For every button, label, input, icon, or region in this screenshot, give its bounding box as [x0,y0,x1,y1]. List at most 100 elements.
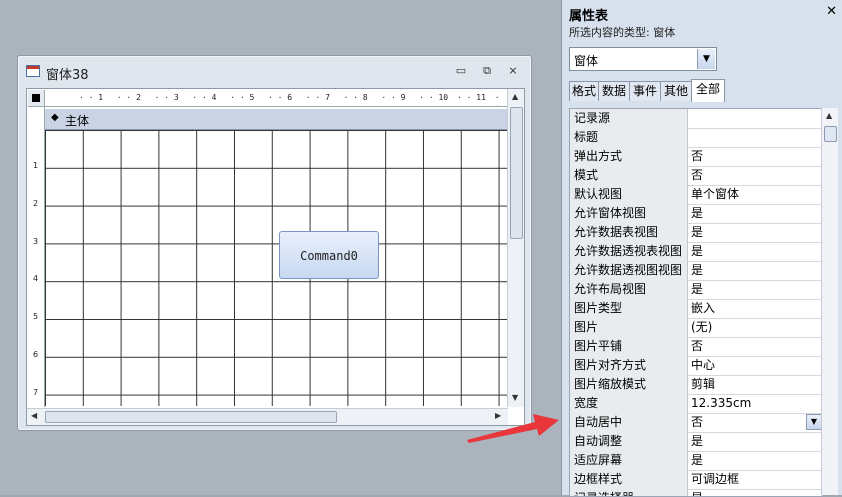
property-row[interactable]: 记录源 [570,109,822,129]
property-name: 宽度 [570,394,688,413]
property-value[interactable]: 是 [691,204,703,223]
property-name: 边框样式 [570,470,688,489]
property-scroll-thumb[interactable] [824,126,837,142]
property-value[interactable]: 剪辑 [691,375,715,394]
property-row[interactable]: 图片缩放模式 剪辑 [570,375,822,395]
property-row[interactable]: 默认视图 单个窗体 [570,185,822,205]
property-row[interactable]: 允许布局视图是 [570,280,822,300]
vertical-scroll-thumb[interactable] [510,107,523,239]
form-window-titlebar[interactable]: 窗体38 ▭ ⧉ ⨯ [18,56,531,86]
property-row[interactable]: 图片 (无) [570,318,822,338]
form-design-window[interactable]: 窗体38 ▭ ⧉ ⨯ · · 1 · · 2 · · 3 · · 4 · · 5 · · … [17,55,532,431]
vertical-scrollbar[interactable]: ▲ ▼ [507,89,524,407]
tab-3[interactable]: 其他 [660,81,692,101]
horizontal-scrollbar[interactable]: ◀ ▶ [27,408,508,425]
property-row[interactable]: 自动居中否 ▼ [570,413,822,433]
property-value[interactable]: 是 [691,261,703,280]
property-row[interactable]: 弹出方式否 [570,147,822,167]
close-window-button[interactable]: ⨯ [503,63,523,79]
property-row[interactable]: 记录选择器是 [570,489,822,496]
property-value[interactable]: 单个窗体 [691,185,739,204]
vertical-ruler[interactable]: 1 2 3 4 5 6 7 [28,107,45,407]
ruler-tick-label: · · 4 [192,93,217,102]
ruler-tick-label: 6 [33,350,39,359]
property-name: 弹出方式 [570,147,688,166]
object-selector-combo[interactable]: 窗体 ▼ [569,47,717,71]
property-row[interactable]: 模式否 [570,166,822,186]
restore-button[interactable]: ⧉ [477,63,497,79]
property-value[interactable]: (无) [691,318,712,337]
detail-section-bar[interactable]: ◆ 主体 [45,109,508,130]
property-row[interactable]: 允许窗体视图是 [570,204,822,224]
property-value[interactable]: 是 [691,451,703,470]
horizontal-ruler[interactable]: · · 1 · · 2 · · 3 · · 4 · · 5 · · 6 · · 7 · · 8… [45,90,508,107]
property-value[interactable]: 是 [691,223,703,242]
chevron-down-icon[interactable]: ▼ [806,414,822,430]
property-value[interactable]: 否 [691,413,703,432]
property-row[interactable]: 允许数据透视图视图是 [570,261,822,281]
property-name: 记录选择器 [570,489,688,496]
ruler-tick-label: 2 [33,198,39,208]
property-value[interactable]: 12.335cm [691,394,751,413]
property-name: 图片平铺 [570,337,688,356]
ruler-tick-label: · · 9 [381,93,406,102]
ruler-tick-label: 5 [33,312,39,322]
tab-1[interactable]: 数据 [598,81,630,101]
ruler-tick-label: · · 5 [230,93,255,102]
scroll-up-icon[interactable]: ▲ [826,111,832,120]
ruler-tick-label: · · 7 [305,93,330,102]
property-row[interactable]: 适应屏幕是 [570,451,822,471]
ruler-tick-label: · · 3 [154,93,179,102]
property-sheet-title: 属性表 [569,9,609,24]
property-value[interactable]: 是 [691,280,703,299]
ruler-tick-label: · · 11 [457,93,486,102]
property-row[interactable]: 允许数据透视表视图是 [570,242,822,262]
property-name: 允许布局视图 [570,280,688,299]
property-value[interactable]: 否 [691,337,703,356]
scroll-up-icon[interactable]: ▲ [512,92,518,101]
property-row[interactable]: 允许数据表视图是 [570,223,822,243]
red-arrow-annotation [467,414,559,443]
ruler-tick-label: · · 1 [79,93,104,102]
form-window-title: 窗体38 [46,68,89,83]
ruler-tick-label: · · 2 [116,93,141,102]
property-value[interactable]: 是 [691,242,703,261]
tab-4[interactable]: 全部 [691,79,725,102]
property-value[interactable]: 嵌入 [691,299,715,318]
property-row[interactable]: 自动调整是 [570,432,822,452]
property-value[interactable]: 中心 [691,356,715,375]
property-value[interactable]: 否 [691,166,703,185]
property-value[interactable]: 可调边框 [691,470,739,489]
property-row[interactable]: 图片类型 嵌入 [570,299,822,319]
property-scrollbar[interactable]: ▲ [821,108,838,495]
property-name: 自动居中 [570,413,688,432]
property-row[interactable]: 标题 [570,128,822,148]
property-value[interactable]: 否 [691,147,703,166]
tab-0[interactable]: 格式 [569,81,599,101]
property-name: 图片对齐方式 [570,356,688,375]
scroll-left-icon[interactable]: ◀ [31,411,37,420]
command-button[interactable]: Command0 [279,231,379,279]
property-row[interactable]: 边框样式 可调边框 [570,470,822,490]
horizontal-scroll-thumb[interactable] [45,411,337,423]
property-name: 图片类型 [570,299,688,318]
ruler-tick-label: 1 [33,161,39,170]
scroll-down-icon[interactable]: ▼ [512,393,518,402]
chevron-down-icon[interactable]: ▼ [697,49,715,69]
tab-2[interactable]: 事件 [629,81,661,101]
object-selector-value: 窗体 [574,54,599,68]
form-design-surface[interactable]: · · 1 · · 2 · · 3 · · 4 · · 5 · · 6 · · 7 · · 8… [26,88,525,426]
property-grid[interactable]: 记录源 标题 弹出方式否模式否默认视图 单个窗体 允许窗体视图是允许数据表视图是允许数据… [569,108,823,497]
property-value[interactable]: 是 [691,432,703,451]
ruler-tick-label: 4 [33,274,39,284]
close-icon[interactable]: ✕ [826,4,837,19]
minimize-button[interactable]: ▭ [451,63,471,79]
property-name: 允许数据透视图视图 [570,261,688,280]
design-grid[interactable]: Command0 [45,130,508,406]
property-row[interactable]: 宽度 12.335cm [570,394,822,414]
property-row[interactable]: 图片对齐方式 中心 [570,356,822,376]
property-sheet-panel: 属性表 ✕ 所选内容的类型: 窗体 窗体 ▼ 格式 数据 事件 其他 全部 记录源 标题弹… [561,0,842,497]
property-value[interactable]: 是 [691,489,703,496]
form-selector[interactable] [28,90,45,107]
property-row[interactable]: 图片平铺否 [570,337,822,357]
